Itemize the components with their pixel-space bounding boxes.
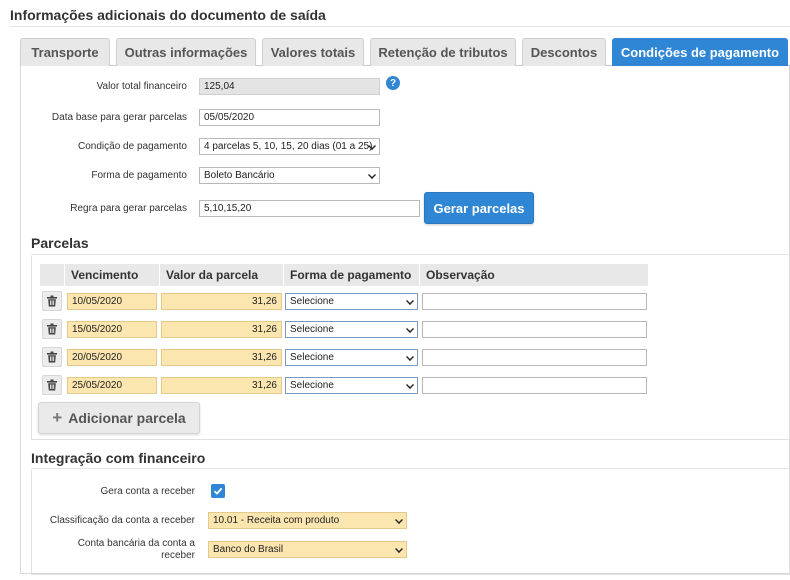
chevron-down-icon [406, 353, 414, 361]
forma-row-value: Selecione [290, 296, 334, 307]
checkmark-icon [213, 487, 223, 495]
trash-icon [47, 379, 57, 391]
tab-retencao-tributos[interactable]: Retenção de tributos [370, 38, 516, 66]
tab-condicoes-pagamento[interactable]: Condições de pagamento [612, 38, 788, 66]
regra-input[interactable]: 5,10,15,20 [199, 200, 420, 217]
parcelas-divider [31, 254, 790, 255]
gera-conta-label: Gera conta a receber [100, 486, 196, 497]
trash-icon [47, 295, 57, 307]
valor-input[interactable]: 31,26 [161, 349, 282, 366]
delete-row-button[interactable] [42, 291, 62, 311]
forma-row-value: Selecione [290, 380, 334, 391]
observacao-input[interactable] [422, 321, 647, 338]
chevron-down-icon [406, 381, 414, 389]
observacao-input[interactable] [422, 377, 647, 394]
header-forma: Forma de pagamento [284, 264, 419, 286]
forma-value: Boleto Bancário [204, 170, 275, 181]
observacao-input[interactable] [422, 293, 647, 310]
valor-total-label: Valor total financeiro [96, 81, 187, 92]
conta-bancaria-label-line2: receber [161, 550, 195, 561]
forma-select[interactable]: Boleto Bancário [199, 167, 380, 184]
observacao-input[interactable] [422, 349, 647, 366]
condicao-value: 4 parcelas 5, 10, 15, 20 dias (01 a 25) [204, 141, 373, 152]
page-title: Informações adicionais do documento de s… [10, 7, 326, 23]
conta-bancaria-value: Banco do Brasil [213, 544, 284, 555]
header-valor: Valor da parcela [160, 264, 283, 286]
forma-row-select[interactable]: Selecione [285, 377, 418, 394]
conta-bancaria-select[interactable]: Banco do Brasil [208, 541, 407, 558]
classificacao-select[interactable]: 10.01 - Receita com produto [208, 512, 407, 529]
header-actions [40, 264, 64, 286]
header-vencimento: Vencimento [65, 264, 159, 286]
tab-descontos[interactable]: Descontos [522, 38, 606, 66]
classificacao-label: Classificação da conta a receber [49, 515, 195, 526]
delete-row-button[interactable] [42, 347, 62, 367]
chevron-down-icon [406, 325, 414, 333]
tab-bar: Transporte Outras informações Valores to… [20, 38, 790, 66]
integracao-divider [31, 468, 790, 469]
parcelas-title: Parcelas [31, 235, 89, 251]
delete-row-button[interactable] [42, 319, 62, 339]
tab-transporte[interactable]: Transporte [20, 38, 110, 66]
condicao-select[interactable]: 4 parcelas 5, 10, 15, 20 dias (01 a 25) [199, 138, 380, 155]
chevron-down-icon [395, 545, 403, 553]
vencimento-input[interactable]: 10/05/2020 [67, 293, 157, 310]
chevron-down-icon [395, 516, 403, 524]
data-base-input[interactable]: 05/05/2020 [199, 109, 380, 126]
regra-label: Regra para gerar parcelas [70, 203, 187, 214]
trash-icon [47, 323, 57, 335]
valor-input[interactable]: 31,26 [161, 377, 282, 394]
forma-row-select[interactable]: Selecione [285, 293, 418, 310]
forma-row-select[interactable]: Selecione [285, 321, 418, 338]
condicao-label: Condição de pagamento [78, 141, 187, 152]
conta-bancaria-label: Conta bancária da conta a receber [40, 538, 195, 562]
header-observacao: Observação [420, 264, 648, 286]
forma-row-value: Selecione [290, 352, 334, 363]
vencimento-input[interactable]: 20/05/2020 [67, 349, 157, 366]
add-parcela-button[interactable]: + Adicionar parcela [38, 402, 200, 434]
vencimento-input[interactable]: 25/05/2020 [67, 377, 157, 394]
forma-row-value: Selecione [290, 324, 334, 335]
conta-bancaria-label-line1: Conta bancária da conta a [77, 538, 195, 549]
forma-row-select[interactable]: Selecione [285, 349, 418, 366]
chevron-down-icon [368, 171, 376, 179]
gera-conta-checkbox[interactable] [211, 484, 225, 498]
valor-input[interactable]: 31,26 [161, 321, 282, 338]
help-icon[interactable]: ? [386, 76, 400, 90]
chevron-down-icon [406, 297, 414, 305]
gerar-parcelas-button[interactable]: Gerar parcelas [424, 192, 534, 224]
title-divider [10, 26, 790, 27]
tab-valores-totais[interactable]: Valores totais [262, 38, 364, 66]
add-parcela-label: Adicionar parcela [68, 410, 186, 426]
delete-row-button[interactable] [42, 375, 62, 395]
integracao-title: Integração com financeiro [31, 450, 206, 466]
valor-input[interactable]: 31,26 [161, 293, 282, 310]
classificacao-value: 10.01 - Receita com produto [213, 515, 340, 526]
forma-label: Forma de pagamento [91, 170, 187, 181]
plus-icon: + [52, 408, 63, 427]
vencimento-input[interactable]: 15/05/2020 [67, 321, 157, 338]
data-base-label: Data base para gerar parcelas [51, 112, 187, 123]
trash-icon [47, 351, 57, 363]
valor-total-field: 125,04 [199, 78, 380, 95]
tab-outras-informacoes[interactable]: Outras informações [116, 38, 256, 66]
